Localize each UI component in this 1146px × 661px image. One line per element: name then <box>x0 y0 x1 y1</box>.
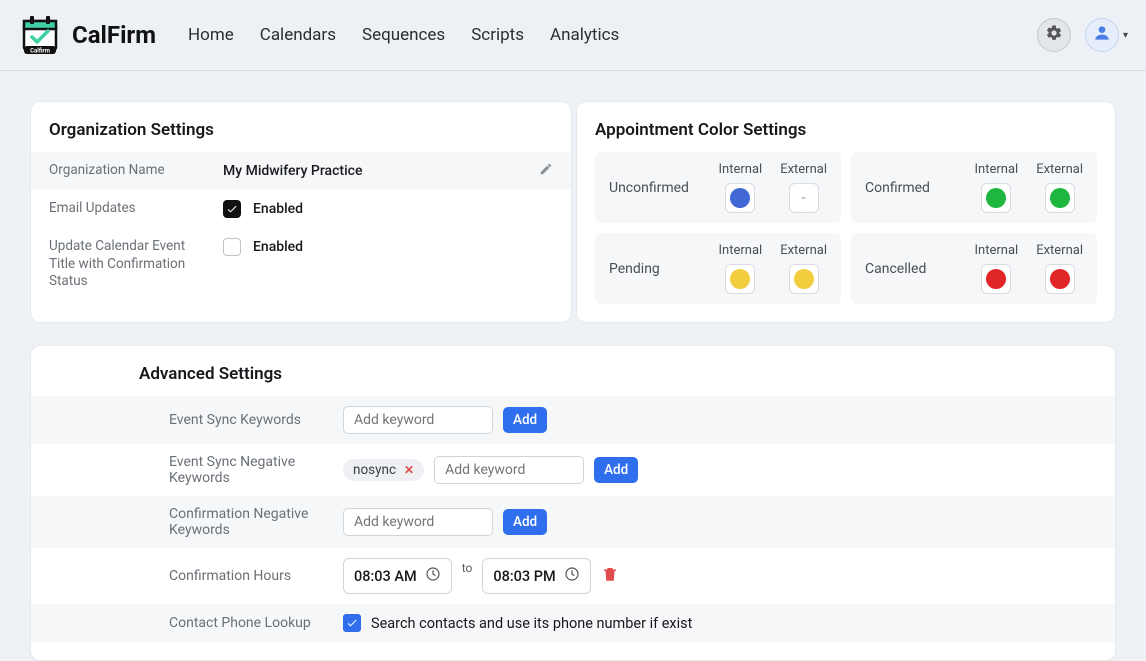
sync-keywords-add-button[interactable]: Add <box>503 407 547 433</box>
lookup-text: Search contacts and use its phone number… <box>371 615 692 632</box>
neg-keywords-row: Event Sync Negative Keywords nosync ✕ Ad… <box>31 444 1115 496</box>
external-label: External <box>780 162 827 177</box>
gear-icon <box>1045 24 1063 46</box>
pencil-icon <box>539 164 553 180</box>
color-block-cancelled: Cancelled Internal External <box>851 233 1097 304</box>
internal-label: Internal <box>719 162 763 177</box>
avatar <box>1085 18 1119 52</box>
neg-keywords-label: Event Sync Negative Keywords <box>49 454 343 486</box>
nav-scripts[interactable]: Scripts <box>471 25 524 45</box>
lookup-row: Contact Phone Lookup Search contacts and… <box>31 604 1115 642</box>
brand-logo[interactable]: Calfirm CalFirm <box>18 13 156 57</box>
org-name-label: Organization Name <box>49 162 223 180</box>
org-name-value: My Midwifery Practice <box>223 163 362 179</box>
calfirm-logo-icon: Calfirm <box>18 13 62 57</box>
color-block-confirmed: Confirmed Internal External <box>851 152 1097 223</box>
confirmed-external-color[interactable] <box>1045 183 1075 213</box>
update-title-checkbox[interactable] <box>223 238 241 256</box>
update-title-label: Update Calendar Event Title with Confirm… <box>49 238 223 291</box>
nav-sequences[interactable]: Sequences <box>362 25 445 45</box>
status-pending: Pending <box>609 261 719 277</box>
advanced-settings-title: Advanced Settings <box>31 364 1115 396</box>
appointment-colors-title: Appointment Color Settings <box>577 120 1115 152</box>
neg-keyword-tag-text: nosync <box>353 462 396 478</box>
conf-hours-row: Confirmation Hours 08:03 AM to 08:03 PM <box>31 548 1115 604</box>
color-block-unconfirmed: Unconfirmed Internal External - <box>595 152 841 223</box>
conf-hours-to-text: to <box>462 558 473 575</box>
pending-external-color[interactable] <box>789 264 819 294</box>
conf-hours-to-value: 08:03 PM <box>493 568 555 585</box>
conf-hours-from-value: 08:03 AM <box>354 568 417 585</box>
email-updates-row: Email Updates Enabled <box>31 190 571 228</box>
svg-text:Calfirm: Calfirm <box>30 48 50 55</box>
sync-keywords-label: Event Sync Keywords <box>49 412 343 428</box>
brand-name: CalFirm <box>72 21 156 49</box>
conf-hours-label: Confirmation Hours <box>49 568 343 584</box>
nav-home[interactable]: Home <box>188 25 234 45</box>
org-name-row: Organization Name My Midwifery Practice <box>31 152 571 190</box>
person-icon <box>1092 23 1112 47</box>
clock-icon <box>425 566 441 586</box>
conf-hours-to[interactable]: 08:03 PM <box>482 558 590 594</box>
cancelled-external-color[interactable] <box>1045 264 1075 294</box>
update-title-value: Enabled <box>253 239 303 255</box>
sync-keywords-input[interactable] <box>343 406 493 434</box>
app-header: Calfirm CalFirm Home Calendars Sequences… <box>0 0 1146 71</box>
organization-settings-card: Organization Settings Organization Name … <box>30 101 572 323</box>
chevron-down-icon: ▾ <box>1123 30 1128 41</box>
neg-keywords-add-button[interactable]: Add <box>594 457 638 483</box>
email-updates-value: Enabled <box>253 201 303 217</box>
lookup-label: Contact Phone Lookup <box>49 615 343 631</box>
advanced-settings-card: Advanced Settings Event Sync Keywords Ad… <box>30 345 1116 661</box>
appointment-colors-card: Appointment Color Settings Unconfirmed I… <box>576 101 1116 323</box>
status-unconfirmed: Unconfirmed <box>609 180 719 196</box>
email-updates-label: Email Updates <box>49 200 223 218</box>
remove-neg-keyword[interactable]: ✕ <box>404 463 414 477</box>
unconfirmed-internal-color[interactable] <box>725 183 755 213</box>
trash-icon <box>601 571 619 587</box>
edit-org-name-button[interactable] <box>539 162 553 180</box>
user-menu[interactable]: ▾ <box>1085 18 1128 52</box>
neg-keyword-tag: nosync ✕ <box>343 459 424 481</box>
conf-neg-add-button[interactable]: Add <box>503 509 547 535</box>
cancelled-internal-color[interactable] <box>981 264 1011 294</box>
sync-keywords-row: Event Sync Keywords Add <box>31 396 1115 444</box>
settings-button[interactable] <box>1037 18 1071 52</box>
conf-neg-input[interactable] <box>343 508 493 536</box>
pending-internal-color[interactable] <box>725 264 755 294</box>
status-confirmed: Confirmed <box>865 180 975 196</box>
color-block-pending: Pending Internal External <box>595 233 841 304</box>
email-updates-checkbox[interactable] <box>223 200 241 218</box>
nav-calendars[interactable]: Calendars <box>260 25 336 45</box>
update-title-row: Update Calendar Event Title with Confirm… <box>31 228 571 301</box>
lookup-checkbox[interactable] <box>343 614 361 632</box>
neg-keywords-input[interactable] <box>434 456 584 484</box>
main-nav: Home Calendars Sequences Scripts Analyti… <box>188 25 619 45</box>
unconfirmed-external-color[interactable]: - <box>789 183 819 213</box>
status-cancelled: Cancelled <box>865 261 975 277</box>
nav-analytics[interactable]: Analytics <box>550 25 619 45</box>
conf-neg-row: Confirmation Negative Keywords Add <box>31 496 1115 548</box>
conf-neg-label: Confirmation Negative Keywords <box>49 506 343 538</box>
delete-conf-hours-button[interactable] <box>601 565 619 587</box>
confirmed-internal-color[interactable] <box>981 183 1011 213</box>
clock-icon <box>564 566 580 586</box>
conf-hours-from[interactable]: 08:03 AM <box>343 558 452 594</box>
org-settings-title: Organization Settings <box>31 120 571 152</box>
